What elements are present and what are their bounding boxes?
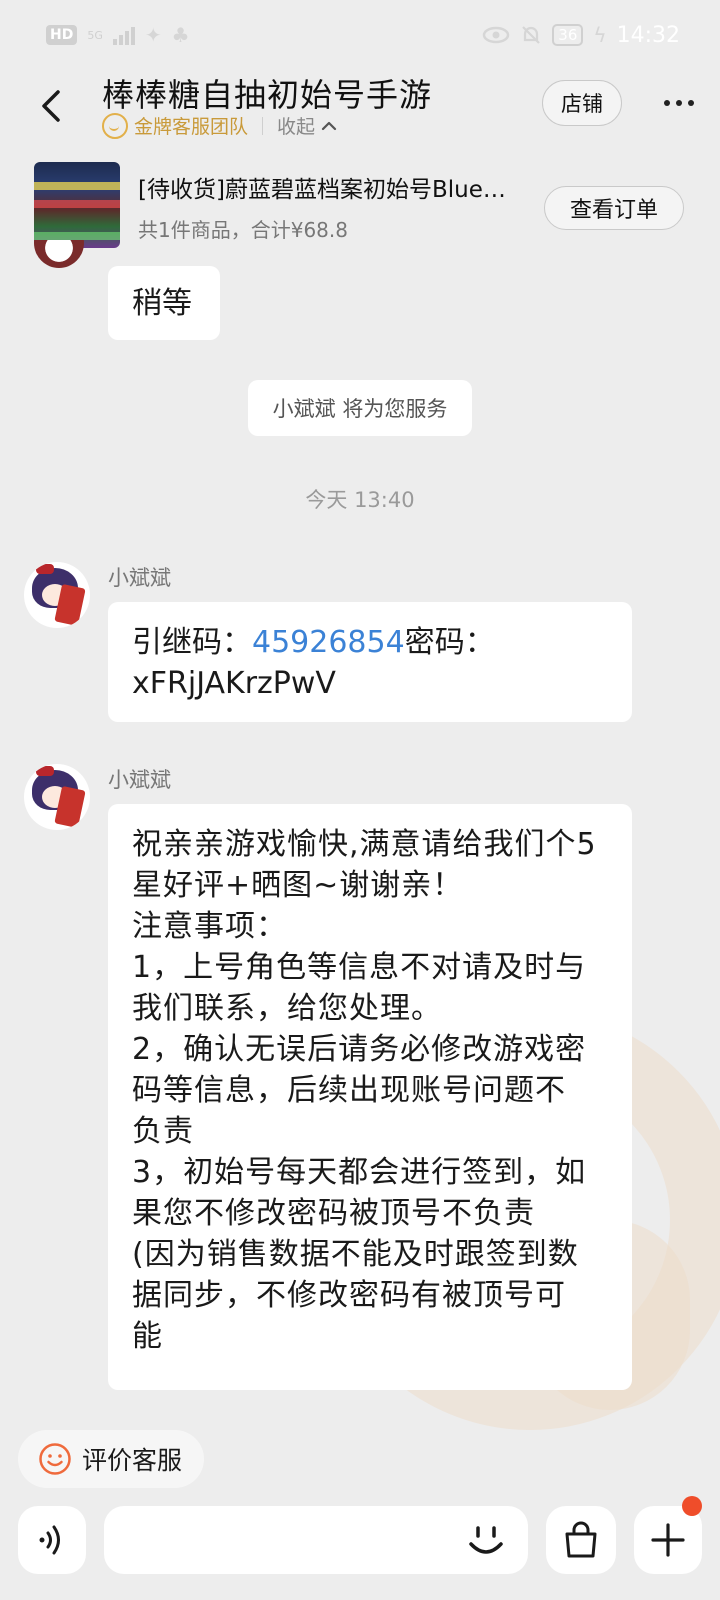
rate-service-label: 评价客服 xyxy=(82,1446,183,1475)
message-line: 我们联系，给您处理。 xyxy=(132,991,442,1026)
input-bar xyxy=(0,1496,720,1580)
message-bubble-credentials: 引继码：45926854密码： xFRjJAKrzPwV xyxy=(108,602,632,722)
mute-bell-icon xyxy=(522,26,541,44)
hd-badge: HD xyxy=(46,25,78,45)
password-label: 密码： xyxy=(404,625,495,660)
more-options-icon[interactable] xyxy=(664,100,694,106)
password-value: xFRjJAKrzPwV xyxy=(132,666,336,701)
message-line: 2，确认无误后请务必修改游戏密 xyxy=(132,1032,587,1067)
agent-avatar-partial xyxy=(34,240,84,268)
message-line: (因为销售数据不能及时跟签到数 xyxy=(132,1237,579,1272)
message-line: 注意事项： xyxy=(132,909,287,944)
message-line: 负责 xyxy=(132,1114,194,1149)
message-input[interactable] xyxy=(104,1506,528,1574)
smile-icon xyxy=(39,1443,71,1475)
chat-messages: 稍等 小斌斌 将为您服务 今天 13:40 小斌斌 引继码：45926854密码… xyxy=(0,240,720,1416)
message-line: 星好评+晒图~谢谢亲！ xyxy=(132,868,464,903)
clock: 14:32 xyxy=(616,22,680,48)
notification-icon: ✦ xyxy=(144,23,162,47)
order-summary: 共1件商品，合计¥68.8 xyxy=(138,218,348,242)
message-line: 据同步，不修改密码有被顶号可 xyxy=(132,1278,566,1313)
divider xyxy=(262,116,264,135)
message-line: 果您不修改密码被顶号不负责 xyxy=(132,1196,535,1231)
sender-name: 小斌斌 xyxy=(108,566,171,590)
back-icon[interactable] xyxy=(34,88,70,124)
message-line: 码等信息，后续出现账号问题不 xyxy=(132,1073,566,1108)
signal-icon xyxy=(112,25,135,45)
voice-button[interactable] xyxy=(18,1506,86,1574)
status-right: 36 ϟ 14:32 xyxy=(482,23,680,48)
more-actions-button[interactable] xyxy=(634,1496,702,1574)
shopping-bag-icon xyxy=(565,1521,597,1558)
shop-button[interactable]: 店铺 xyxy=(542,80,622,126)
message-line: 祝亲亲游戏愉快,满意请给我们个5 xyxy=(132,827,597,862)
eye-icon xyxy=(483,26,510,44)
status-bar: HD 5G ✦ ♣ 36 ϟ 14:32 xyxy=(0,0,720,70)
product-thumbnail xyxy=(34,162,120,248)
baidu-paw-icon: ♣ xyxy=(171,23,190,47)
rate-service-button[interactable]: 评价客服 xyxy=(18,1430,204,1488)
agent-avatar[interactable] xyxy=(24,562,90,628)
voice-icon xyxy=(39,1525,60,1555)
agent-avatar[interactable] xyxy=(24,764,90,830)
gold-service-icon xyxy=(102,112,128,139)
credential-line: 引继码：45926854密码： xyxy=(132,622,608,663)
message-bubble: 稍等 xyxy=(108,266,220,340)
message-line: 1，上号角色等信息不对请及时与 xyxy=(132,950,587,985)
network-label: 5G xyxy=(87,28,103,42)
message-line: 3，初始号每天都会进行签到，如 xyxy=(132,1155,587,1190)
notification-dot xyxy=(682,1496,702,1516)
order-title: [待收货]蔚蓝碧蓝档案初始号Blue… xyxy=(138,177,506,203)
header-subline: 金牌客服团队 收起 xyxy=(102,112,337,139)
view-order-button[interactable]: 查看订单 xyxy=(544,186,684,230)
collapse-toggle[interactable]: 收起 xyxy=(277,112,315,139)
shop-title[interactable]: 棒棒糖自抽初始号手游 xyxy=(102,70,432,116)
message-bubble-notice: 祝亲亲游戏愉快,满意请给我们个5 星好评+晒图~谢谢亲！ 注意事项： 1，上号角… xyxy=(108,804,632,1390)
status-left: HD 5G ✦ ♣ xyxy=(46,23,190,47)
battery-icon: 36 xyxy=(552,24,584,46)
plus-icon xyxy=(651,1523,685,1557)
order-bag-button[interactable] xyxy=(546,1506,616,1574)
charging-icon: ϟ xyxy=(593,23,607,47)
service-notice: 小斌斌 将为您服务 xyxy=(248,380,472,436)
chevron-up-icon[interactable] xyxy=(321,118,337,134)
emoji-icon[interactable] xyxy=(466,1520,506,1560)
order-card[interactable]: [待收货]蔚蓝碧蓝档案初始号Blue… 共1件商品，合计¥68.8 查看订单 xyxy=(0,156,720,256)
transfer-code-link[interactable]: 45926854 xyxy=(252,625,405,660)
team-label: 金牌客服团队 xyxy=(134,116,249,138)
time-divider: 今天 13:40 xyxy=(305,488,415,512)
sender-name: 小斌斌 xyxy=(108,768,171,792)
transfer-code-label: 引继码： xyxy=(132,625,252,660)
chat-header: 棒棒糖自抽初始号手游 金牌客服团队 收起 店铺 xyxy=(0,70,720,156)
message-line: 能 xyxy=(132,1319,163,1354)
